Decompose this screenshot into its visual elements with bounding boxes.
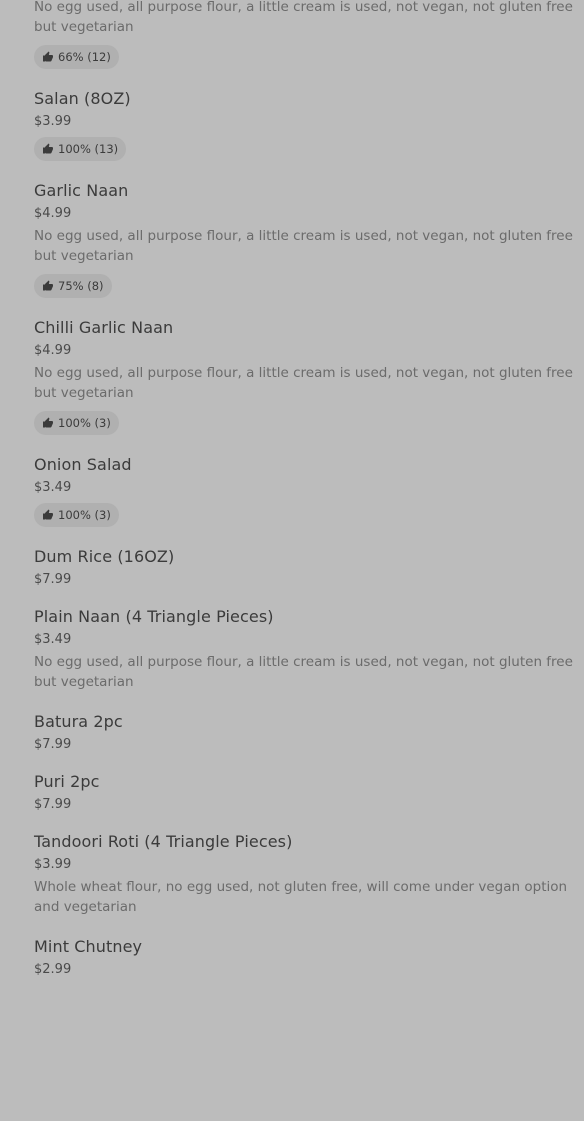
menu-item[interactable]: No egg used, all purpose flour, a little… — [34, 0, 574, 69]
menu-item-price: $3.99 — [34, 857, 72, 872]
item-divider-space — [34, 917, 574, 937]
menu-item-name: Chilli Garlic Naan — [34, 318, 174, 337]
menu-item-price: $4.99 — [34, 206, 72, 221]
menu-item-description: No egg used, all purpose flour, a little… — [34, 654, 573, 690]
rating-text: 75% (8) — [58, 279, 104, 293]
thumbs-up-icon — [42, 51, 54, 63]
rating-text: 100% (13) — [58, 142, 119, 156]
menu-item-price: $7.99 — [34, 572, 72, 587]
menu-item-name: Mint Chutney — [34, 937, 143, 956]
rating-badge: 100% (3) — [34, 411, 119, 435]
menu-item-description: No egg used, all purpose flour, a little… — [34, 365, 573, 401]
rating-badge: 100% (13) — [34, 137, 127, 161]
menu-item-list: No egg used, all purpose flour, a little… — [34, 0, 574, 977]
thumbs-up-icon — [42, 509, 54, 521]
rating-text: 66% (12) — [58, 50, 111, 64]
menu-item-price: $2.99 — [34, 962, 72, 977]
menu-item-name: Puri 2pc — [34, 772, 100, 791]
menu-item-price: $7.99 — [34, 797, 72, 812]
item-divider-space — [34, 69, 574, 89]
menu-item[interactable]: Dum Rice (16OZ) $7.99 — [34, 547, 574, 587]
thumbs-up-icon — [42, 417, 54, 429]
item-divider-space — [34, 161, 574, 181]
menu-item-name: Dum Rice (16OZ) — [34, 547, 175, 566]
menu-item[interactable]: Garlic Naan $4.99 No egg used, all purpo… — [34, 181, 574, 298]
menu-item[interactable]: Tandoori Roti (4 Triangle Pieces) $3.99 … — [34, 832, 574, 917]
menu-item-name: Plain Naan (4 Triangle Pieces) — [34, 607, 274, 626]
menu-item-name: Salan (8OZ) — [34, 89, 131, 108]
rating-badge: 100% (3) — [34, 503, 119, 527]
menu-item-description: No egg used, all purpose flour, a little… — [34, 228, 573, 264]
menu-item-name: Batura 2pc — [34, 712, 123, 731]
menu-item-price: $3.49 — [34, 632, 72, 647]
menu-item-description: No egg used, all purpose flour, a little… — [34, 0, 573, 35]
rating-text: 100% (3) — [58, 416, 111, 430]
menu-item[interactable]: Batura 2pc $7.99 — [34, 712, 574, 752]
menu-item[interactable]: Mint Chutney $2.99 — [34, 937, 574, 977]
menu-item-price: $7.99 — [34, 737, 72, 752]
item-divider-space — [34, 435, 574, 455]
menu-item[interactable]: Chilli Garlic Naan $4.99 No egg used, al… — [34, 318, 574, 435]
menu-item[interactable]: Puri 2pc $7.99 — [34, 772, 574, 812]
menu-item-name: Garlic Naan — [34, 181, 129, 200]
rating-badge: 66% (12) — [34, 45, 119, 69]
menu-item-name: Tandoori Roti (4 Triangle Pieces) — [34, 832, 293, 851]
rating-badge: 75% (8) — [34, 274, 112, 298]
menu-item[interactable]: Onion Salad $3.49 100% (3) — [34, 455, 574, 527]
item-divider-space — [34, 812, 574, 832]
item-divider-space — [34, 527, 574, 547]
menu-item-price: $3.49 — [34, 480, 72, 495]
menu-item-price: $4.99 — [34, 343, 72, 358]
item-divider-space — [34, 752, 574, 772]
menu-item[interactable]: Salan (8OZ) $3.99 100% (13) — [34, 89, 574, 161]
item-divider-space — [34, 298, 574, 318]
item-divider-space — [34, 587, 574, 607]
thumbs-up-icon — [42, 280, 54, 292]
menu-item-description: Whole wheat flour, no egg used, not glut… — [34, 879, 568, 915]
rating-text: 100% (3) — [58, 508, 111, 522]
menu-item[interactable]: Plain Naan (4 Triangle Pieces) $3.49 No … — [34, 607, 574, 692]
thumbs-up-icon — [42, 143, 54, 155]
item-divider-space — [34, 692, 574, 712]
menu-item-name: Onion Salad — [34, 455, 132, 474]
menu-item-price: $3.99 — [34, 114, 72, 129]
